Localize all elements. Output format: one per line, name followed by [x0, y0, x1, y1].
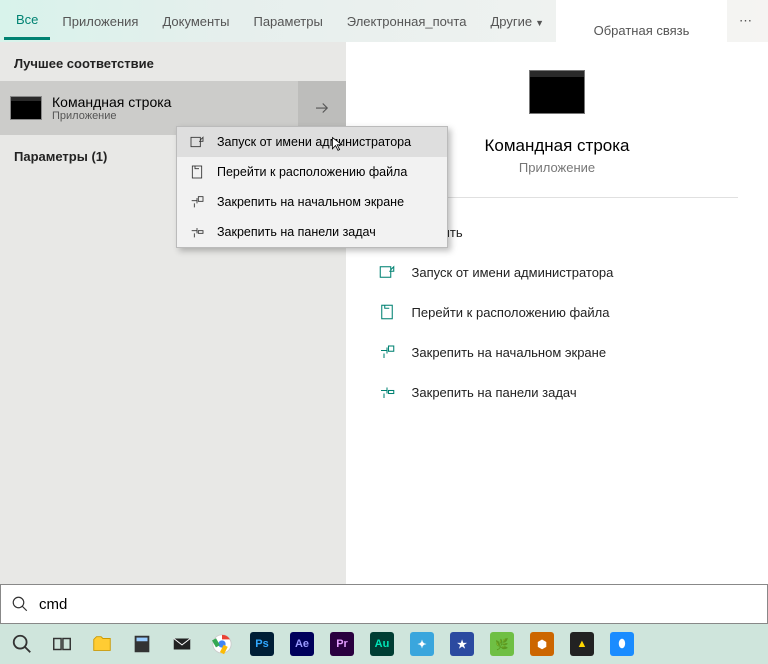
tab-feedback[interactable]: Обратная связь	[556, 0, 727, 48]
ctx-open-location[interactable]: Перейти к расположению файла	[177, 157, 447, 187]
action-run-admin[interactable]: Запуск от имени администратора	[376, 252, 739, 292]
shield-icon	[376, 261, 398, 283]
ctx-pin-start[interactable]: Закрепить на начальном экране	[177, 187, 447, 217]
search-bar[interactable]	[0, 584, 768, 624]
action-pin-taskbar[interactable]: Закрепить на панели задач	[376, 372, 739, 412]
more-options-icon[interactable]: ⋯	[727, 3, 764, 39]
app-icon-2[interactable]: ★	[448, 630, 476, 658]
pin-taskbar-icon	[187, 222, 207, 242]
search-taskbar-icon[interactable]	[8, 630, 36, 658]
photoshop-icon[interactable]: Ps	[248, 630, 276, 658]
chrome-icon[interactable]	[208, 630, 236, 658]
result-title: Командная строка	[52, 94, 171, 110]
mail-icon[interactable]	[168, 630, 196, 658]
app-icon-4[interactable]: ⬢	[528, 630, 556, 658]
pin-start-icon	[187, 192, 207, 212]
ctx-run-admin[interactable]: Запуск от имени администратора	[177, 127, 447, 157]
search-input[interactable]	[39, 596, 757, 613]
tab-docs[interactable]: Документы	[150, 4, 241, 39]
action-pin-start[interactable]: Закрепить на начальном экране	[376, 332, 739, 372]
folder-icon	[376, 301, 398, 323]
folder-icon	[187, 162, 207, 182]
context-menu: Запуск от имени администратора Перейти к…	[176, 126, 448, 248]
aftereffects-icon[interactable]: Ae	[288, 630, 316, 658]
pin-taskbar-icon	[376, 381, 398, 403]
search-icon	[11, 595, 29, 613]
preview-title: Командная строка	[484, 136, 629, 156]
preview-subtitle: Приложение	[519, 160, 595, 175]
app-icon-1[interactable]: ✦	[408, 630, 436, 658]
preview-cmd-icon	[529, 70, 585, 114]
ctx-pin-taskbar[interactable]: Закрепить на панели задач	[177, 217, 447, 247]
tab-settings[interactable]: Параметры	[241, 4, 334, 39]
shield-icon	[187, 132, 207, 152]
app-icon-3[interactable]: 🌿	[488, 630, 516, 658]
premiere-icon[interactable]: Pr	[328, 630, 356, 658]
cmd-icon	[10, 96, 42, 120]
tab-apps[interactable]: Приложения	[50, 4, 150, 39]
app-icon-5[interactable]: ▲	[568, 630, 596, 658]
action-open-location[interactable]: Перейти к расположению файла	[376, 292, 739, 332]
best-match-heading: Лучшее соответствие	[0, 42, 346, 81]
app-icon-6[interactable]: ⬮	[608, 630, 636, 658]
tab-all[interactable]: Все	[4, 2, 50, 40]
chevron-down-icon: ▼	[535, 18, 544, 28]
pin-start-icon	[376, 341, 398, 363]
audition-icon[interactable]: Au	[368, 630, 396, 658]
tab-email[interactable]: Электронная_почта	[335, 4, 479, 39]
explorer-icon[interactable]	[88, 630, 116, 658]
result-subtitle: Приложение	[52, 110, 171, 122]
search-panel: Все Приложения Документы Параметры Элект…	[0, 0, 768, 624]
tabs-row: Все Приложения Документы Параметры Элект…	[0, 0, 768, 42]
taskbar: Ps Ae Pr Au ✦ ★ 🌿 ⬢ ▲ ⬮	[0, 624, 768, 664]
task-view-icon[interactable]	[48, 630, 76, 658]
tab-more[interactable]: Другие▼	[478, 4, 556, 39]
calculator-icon[interactable]	[128, 630, 156, 658]
